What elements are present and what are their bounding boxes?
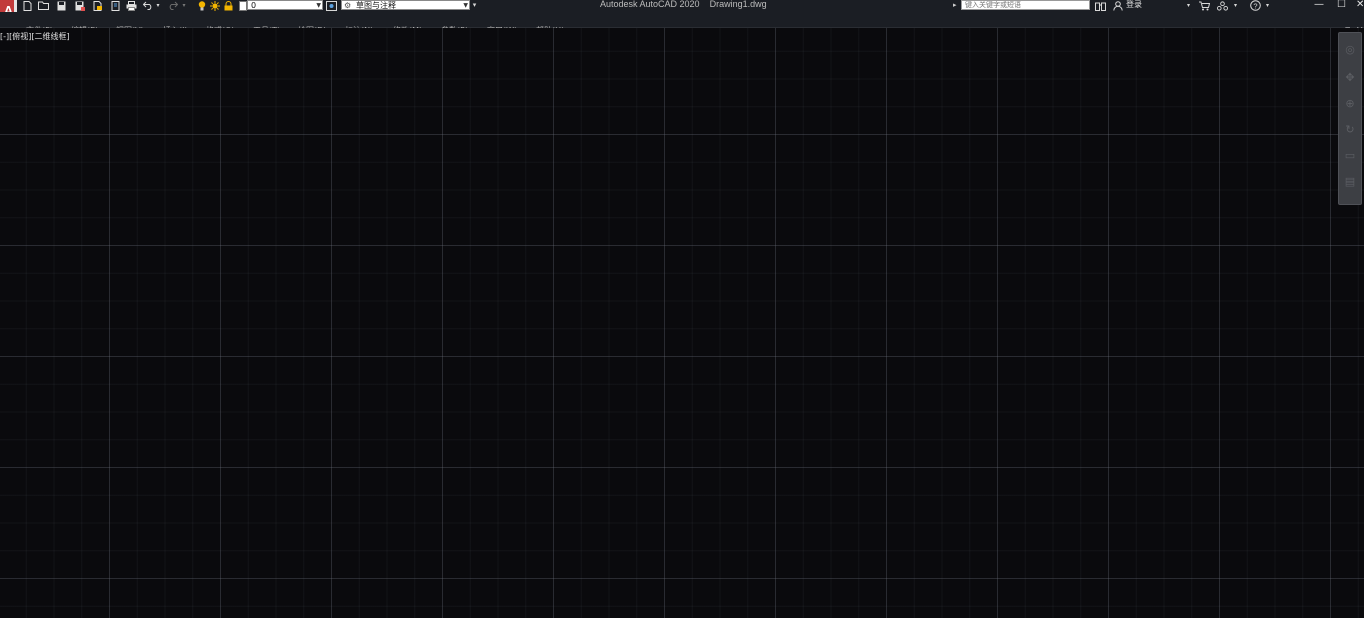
- layer-dropdown[interactable]: 0 ▼: [247, 0, 323, 10]
- navigation-bar: ◎ ✥ ⊕ ↻ ▭ ▤: [1338, 32, 1362, 205]
- lightbulb-icon[interactable]: [196, 0, 207, 11]
- zoom-icon[interactable]: ⊕: [1342, 95, 1358, 111]
- undo-icon[interactable]: [143, 0, 154, 11]
- network-icon[interactable]: [1217, 0, 1228, 11]
- lock-icon[interactable]: [223, 0, 234, 11]
- window-title: Autodesk AutoCAD 2020 Drawing1.dwg: [600, 0, 767, 9]
- orbit-icon[interactable]: ↻: [1342, 121, 1358, 137]
- user-icon[interactable]: [1112, 0, 1123, 11]
- sheet-icon[interactable]: [110, 0, 121, 11]
- search-input[interactable]: [961, 0, 1090, 10]
- menu-bar: 文件(F) 编辑(E) 视图(V) 插入(I) 格式(O) 工具(T) 绘图(D…: [0, 12, 1364, 36]
- svg-text:?: ?: [1253, 1, 1257, 10]
- maximize-icon[interactable]: ☐: [1337, 0, 1346, 10]
- drawing-canvas[interactable]: [0, 28, 1364, 618]
- login-dropdown-chevron-icon[interactable]: ▾: [1185, 0, 1192, 11]
- navbar-settings-icon[interactable]: ▤: [1342, 173, 1358, 189]
- customize-toolbar-chevron-icon[interactable]: ▾: [471, 0, 478, 11]
- steering-wheel-icon[interactable]: ◎: [1342, 41, 1358, 57]
- network-dropdown-chevron-icon[interactable]: ▾: [1232, 0, 1239, 11]
- redo-dropdown-chevron-icon[interactable]: ▾: [181, 0, 187, 11]
- sun-icon[interactable]: [209, 0, 220, 11]
- pan-icon[interactable]: ✥: [1342, 69, 1358, 85]
- binoculars-icon[interactable]: [1095, 0, 1106, 11]
- chevron-down-icon: ▼: [463, 2, 468, 9]
- publish-icon[interactable]: [92, 0, 103, 11]
- help-dropdown-chevron-icon[interactable]: ▾: [1264, 0, 1271, 11]
- viewport-controls-label[interactable]: [-][俯视][二维线框]: [0, 31, 70, 43]
- open-folder-icon[interactable]: [38, 0, 49, 11]
- layer-value: 0: [251, 1, 257, 10]
- redo-icon[interactable]: [167, 0, 178, 11]
- workspace-gear-icon: ⚙: [344, 1, 352, 10]
- chevron-down-icon: ▼: [316, 2, 321, 9]
- save-icon[interactable]: [56, 0, 67, 11]
- title-bar: A ▾ ▾ 0 ▼ ⚙ 草图与注释 ▼ ▾ Autodesk AutoCAD 2…: [0, 0, 1364, 27]
- showmotion-icon[interactable]: ▭: [1342, 147, 1358, 163]
- new-file-icon[interactable]: [22, 0, 33, 11]
- login-link[interactable]: 登录: [1126, 0, 1142, 10]
- workspace-value: 草图与注释: [356, 1, 396, 10]
- cart-icon[interactable]: [1199, 0, 1210, 11]
- help-icon[interactable]: ?: [1250, 0, 1261, 11]
- expand-arrow-icon[interactable]: ▸: [953, 0, 957, 10]
- gear-icon[interactable]: [326, 0, 337, 11]
- save-as-icon[interactable]: [74, 0, 85, 11]
- print-icon[interactable]: [126, 0, 137, 11]
- close-icon[interactable]: ✕: [1356, 0, 1364, 10]
- workspace-dropdown[interactable]: ⚙ 草图与注释 ▼: [341, 0, 470, 10]
- undo-dropdown-chevron-icon[interactable]: ▾: [155, 0, 161, 11]
- minimize-icon[interactable]: —: [1314, 0, 1324, 10]
